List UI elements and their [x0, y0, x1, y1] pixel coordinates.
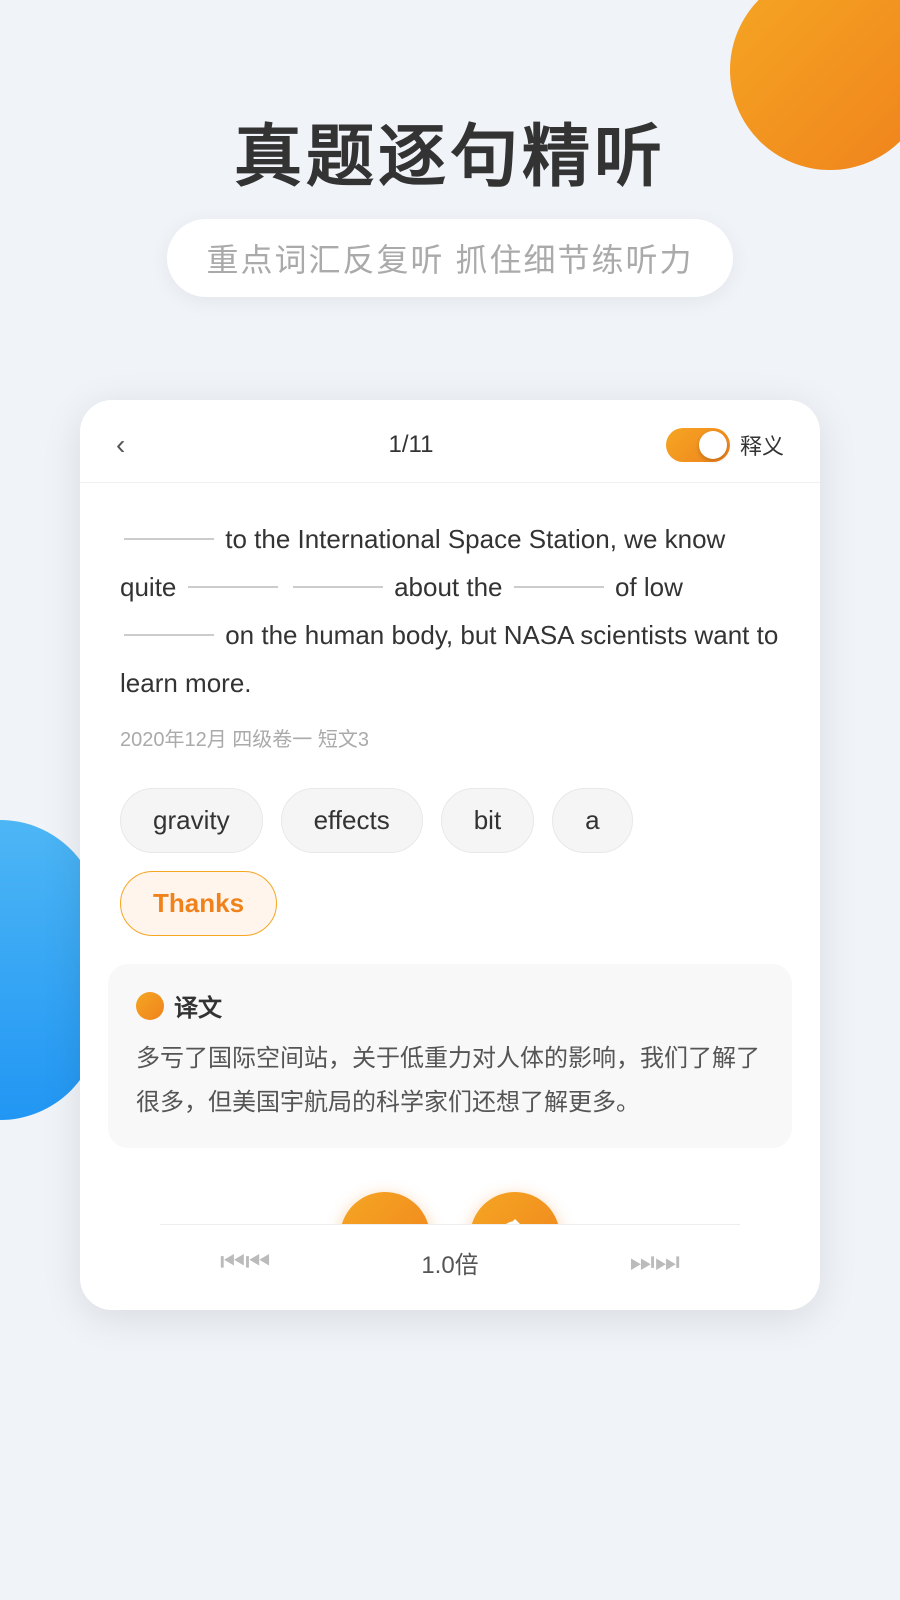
chip-thanks[interactable]: Thanks [120, 871, 277, 936]
orange-dot-icon [136, 992, 164, 1020]
header: 真题逐句精听 重点词汇反复听 抓住细节练听力 [0, 0, 900, 297]
blank-3 [293, 586, 383, 588]
chip-a[interactable]: a [552, 788, 632, 853]
blank-5 [124, 634, 214, 636]
main-card: ‹ 1/11 释义 to the International Space Sta… [80, 400, 820, 1310]
toggle-label: 释义 [740, 429, 784, 461]
back-button[interactable]: ‹ [116, 429, 156, 461]
toggle-area: 释义 [666, 428, 784, 462]
chip-gravity[interactable]: gravity [120, 788, 263, 853]
release-toggle[interactable] [666, 428, 730, 462]
bottom-nav: ⏮ 1.0倍 ⏭ [160, 1224, 740, 1310]
chip-bit[interactable]: bit [441, 788, 534, 853]
word-chips-container: gravity effects bit a Thanks [80, 772, 820, 956]
subtitle-box: 重点词汇反复听 抓住细节练听力 [167, 219, 734, 297]
fill-text: to the International Space Station, we k… [120, 515, 780, 707]
chip-effects[interactable]: effects [281, 788, 423, 853]
speed-indicator: 1.0倍 [421, 1245, 478, 1280]
blank-4 [514, 586, 604, 588]
card-header: ‹ 1/11 释义 [80, 400, 820, 483]
translation-header: 译文 [136, 988, 764, 1023]
translation-text: 多亏了国际空间站，关于低重力对人体的影响，我们了解了很多，但美国宇航局的科学家们… [136, 1037, 764, 1123]
subtitle: 重点词汇反复听 抓住细节练听力 [207, 242, 694, 278]
next-button[interactable]: ⏭ [630, 1246, 680, 1279]
main-title: 真题逐句精听 [0, 120, 900, 195]
source-tag: 2020年12月 四级卷一 短文3 [120, 723, 780, 752]
content-area: to the International Space Station, we k… [80, 483, 820, 772]
translation-box: 译文 多亏了国际空间站，关于低重力对人体的影响，我们了解了很多，但美国宇航局的科… [108, 964, 792, 1147]
prev-button[interactable]: ⏮ [220, 1246, 270, 1279]
blank-2 [188, 586, 278, 588]
translation-title: 译文 [174, 988, 222, 1023]
page-indicator: 1/11 [389, 431, 434, 459]
blank-1 [124, 538, 214, 540]
